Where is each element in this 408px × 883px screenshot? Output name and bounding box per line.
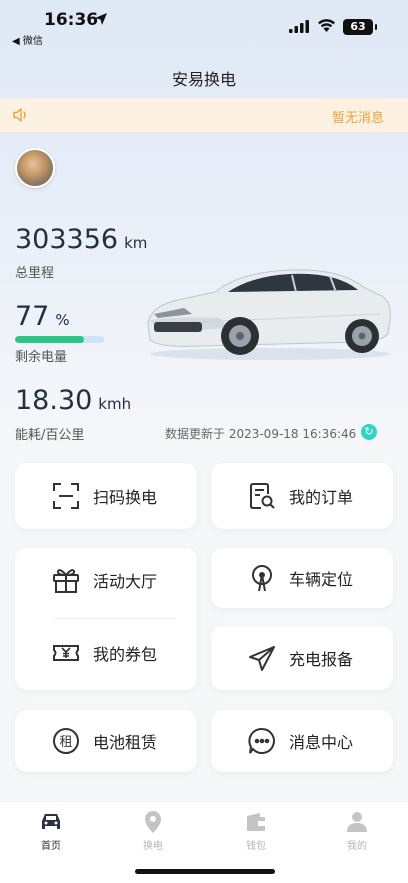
notice-bar[interactable]: 暂无消息 <box>0 98 408 132</box>
refresh-icon[interactable]: ↻ <box>361 424 377 440</box>
car-image <box>147 269 391 360</box>
scan-swap-card[interactable]: 扫码换电 <box>15 463 197 529</box>
mileage-label: 总里程 <box>15 266 55 281</box>
avatar[interactable] <box>15 148 55 188</box>
card-divider <box>55 618 175 619</box>
gift-icon <box>51 565 81 595</box>
my-coupons-button[interactable]: 我的券包 <box>51 638 157 668</box>
wallet-icon <box>226 808 286 836</box>
energy-number: 18.30 <box>15 385 93 416</box>
send-icon <box>247 643 277 673</box>
tab-mine[interactable]: 我的 <box>327 808 387 852</box>
tab-swap[interactable]: 换电 <box>123 808 183 852</box>
speaker-icon <box>13 108 26 122</box>
activity-coupon-card: 活动大厅 我的券包 <box>15 548 197 690</box>
vehicle-location-label: 车辆定位 <box>289 570 354 589</box>
battery-value: 77% <box>15 301 70 332</box>
coupon-icon <box>51 638 81 668</box>
update-time-text: 数据更新于 2023-09-18 16:36:46 <box>165 427 357 441</box>
tab-swap-label: 换电 <box>143 841 163 852</box>
svg-text:租: 租 <box>59 735 72 750</box>
status-time: 16:36 <box>44 10 99 30</box>
mileage-number: 303356 <box>15 224 119 255</box>
battery-label: 剩余电量 <box>15 350 68 365</box>
scan-icon <box>51 481 81 511</box>
mileage-value: 303356 km <box>15 224 147 255</box>
location-arrow-icon <box>95 13 107 25</box>
tab-home-label: 首页 <box>41 841 61 852</box>
user-icon <box>327 808 387 836</box>
my-orders-card[interactable]: 我的订单 <box>211 463 393 529</box>
home-indicator <box>135 869 275 874</box>
message-center-button[interactable]: 消息中心 <box>247 726 353 756</box>
tab-home[interactable]: 首页 <box>21 808 81 852</box>
tab-wallet[interactable]: 钱包 <box>226 808 286 852</box>
location-tower-icon <box>247 563 277 593</box>
activity-hall-button[interactable]: 活动大厅 <box>51 565 157 595</box>
order-search-icon <box>247 481 277 511</box>
message-center-label: 消息中心 <box>289 733 354 752</box>
energy-value: 18.30 kmh <box>15 385 131 416</box>
energy-unit: kmh <box>98 395 132 413</box>
rent-icon: 租 <box>51 726 81 756</box>
battery-indicator: 63 <box>343 19 377 35</box>
vehicle-location-button[interactable]: 车辆定位 <box>247 563 353 593</box>
notice-text: 暂无消息 <box>331 111 384 126</box>
charge-report-label: 充电报备 <box>289 650 354 669</box>
tab-wallet-label: 钱包 <box>246 841 266 852</box>
battery-rental-button[interactable]: 租 电池租赁 <box>51 726 157 756</box>
activity-hall-label: 活动大厅 <box>93 572 158 591</box>
battery-level-bar <box>15 336 104 343</box>
my-orders-label: 我的订单 <box>289 488 354 507</box>
scan-swap-label: 扫码换电 <box>93 488 158 507</box>
map-pin-icon <box>123 808 183 836</box>
battery-rental-label: 电池租赁 <box>93 733 158 752</box>
battery-number: 77 <box>15 301 50 332</box>
my-orders-button[interactable]: 我的订单 <box>247 481 353 511</box>
signal-icon <box>289 20 309 33</box>
back-to-wechat[interactable]: ◀ 微信 <box>12 32 43 47</box>
energy-label: 能耗/百公里 <box>15 428 85 443</box>
tab-mine-label: 我的 <box>347 841 367 852</box>
charge-report-card[interactable]: 充电报备 <box>211 626 393 690</box>
status-bar: 16:36 ◀ 微信 63 <box>0 0 408 50</box>
mileage-unit: km <box>124 234 148 252</box>
scan-swap-button[interactable]: 扫码换电 <box>51 481 157 511</box>
message-center-card[interactable]: 消息中心 <box>211 710 393 772</box>
vehicle-location-card[interactable]: 车辆定位 <box>211 548 393 608</box>
battery-rental-card[interactable]: 租 电池租赁 <box>15 710 197 772</box>
car-icon <box>21 808 81 836</box>
battery-level-fill <box>15 336 84 343</box>
battery-unit: % <box>55 311 70 329</box>
chat-bubble-icon <box>247 726 277 756</box>
charge-report-button[interactable]: 充电报备 <box>247 643 353 673</box>
wifi-icon <box>318 19 335 32</box>
page-title: 安易换电 <box>171 70 236 89</box>
my-coupons-label: 我的券包 <box>93 645 158 664</box>
